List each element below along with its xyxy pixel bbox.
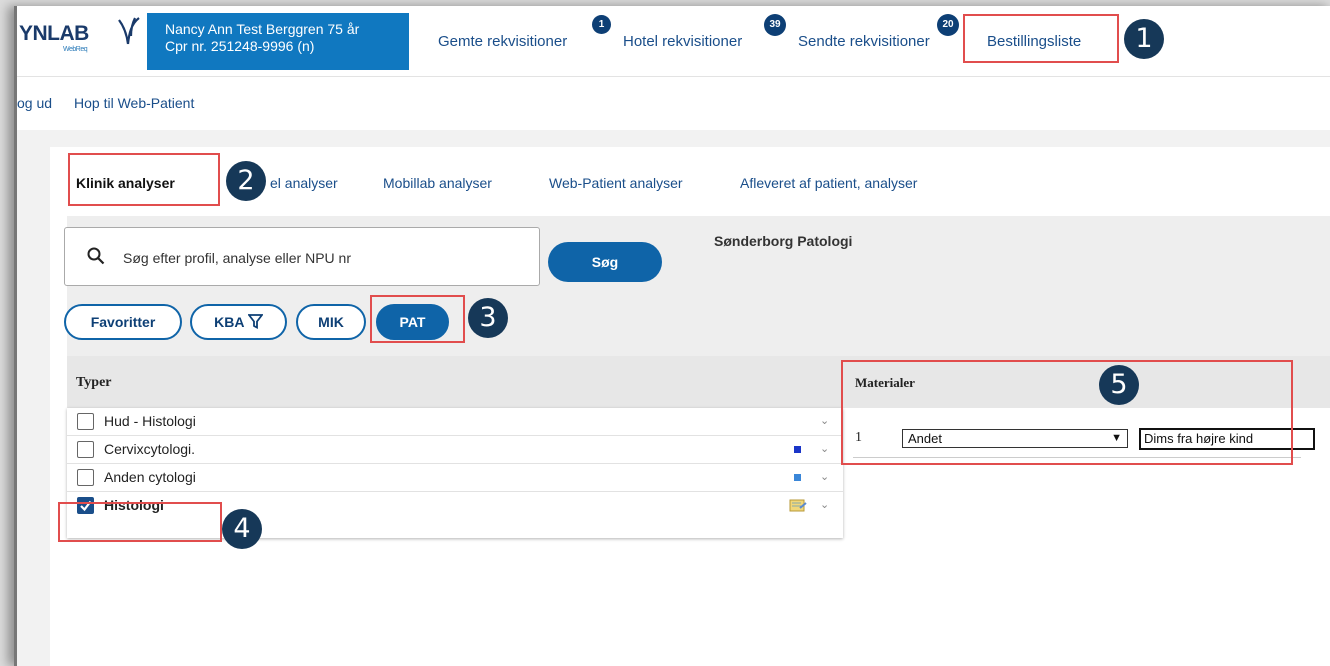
tab-web-patient-analyses[interactable]: Web-Patient analyser (549, 175, 683, 191)
nav-hotel-requisitions[interactable]: Hotel rekvisitioner (623, 33, 742, 50)
highlight-box-3 (370, 295, 465, 343)
list-item-label: Anden cytologi (104, 469, 196, 485)
list-item-label: Cervixcytologi. (104, 441, 196, 457)
chevron-down-icon[interactable]: ⌄ (820, 442, 829, 455)
note-icon[interactable] (789, 499, 807, 513)
patient-cpr: Cpr nr. 251248-9996 (n) (165, 38, 315, 54)
filter-favorites[interactable]: Favoritter (64, 304, 182, 340)
highlight-box-1 (963, 14, 1119, 63)
logo-mark-icon (118, 17, 140, 45)
patient-name: Nancy Ann Test Berggren 75 år (165, 21, 360, 37)
info-square-icon[interactable] (794, 474, 801, 481)
web-patient-link[interactable]: Hop til Web-Patient (74, 95, 194, 111)
list-item-label: Hud - Histologi (104, 413, 196, 429)
callout-3: 3 (468, 298, 508, 338)
chevron-down-icon[interactable]: ⌄ (820, 470, 829, 483)
tab-delivered-by-patient[interactable]: Afleveret af patient, analyser (740, 175, 917, 191)
checkbox[interactable] (77, 413, 94, 430)
search-icon (87, 247, 105, 265)
info-square-icon[interactable] (794, 446, 801, 453)
highlight-box-2 (68, 153, 220, 206)
highlight-box-5 (841, 360, 1293, 465)
app-window: YNLAB WebReq Nancy Ann Test Berggren 75 … (14, 6, 1330, 666)
filter-funnel-icon (247, 314, 264, 329)
chevron-down-icon[interactable]: ⌄ (820, 498, 829, 511)
hotel-count-badge: 39 (764, 14, 786, 36)
filter-kba-label: KBA (214, 314, 244, 330)
search-input[interactable]: Søg efter profil, analyse eller NPU nr (123, 250, 351, 266)
patient-info-box[interactable]: Nancy Ann Test Berggren 75 år Cpr nr. 25… (147, 13, 409, 70)
checkbox[interactable] (77, 469, 94, 486)
list-item[interactable]: Cervixcytologi. ⌄ (67, 436, 843, 464)
search-field[interactable]: Søg efter profil, analyse eller NPU nr (64, 227, 540, 286)
search-button[interactable]: Søg (548, 242, 662, 282)
nav-sent-requisitions[interactable]: Sendte rekvisitioner (798, 33, 930, 50)
tab-hotel-analyses[interactable]: el analyser (270, 175, 338, 191)
callout-4: 4 (222, 509, 262, 549)
callout-5: 5 (1099, 365, 1139, 405)
checkbox[interactable] (77, 441, 94, 458)
lab-name: Sønderborg Patologi (714, 233, 853, 249)
logo: YNLAB WebReq (19, 17, 140, 53)
logout-link[interactable]: og ud (17, 95, 52, 111)
saved-count-badge: 1 (592, 15, 611, 34)
nav-saved-requisitions[interactable]: Gemte rekvisitioner (438, 33, 567, 50)
callout-1: 1 (1124, 19, 1164, 59)
sent-count-badge: 20 (937, 14, 959, 36)
filter-mik[interactable]: MIK (296, 304, 366, 340)
list-item[interactable]: Anden cytologi ⌄ (67, 464, 843, 492)
header-bar: YNLAB WebReq Nancy Ann Test Berggren 75 … (17, 6, 1330, 77)
list-item[interactable]: Hud - Histologi ⌄ (67, 408, 843, 436)
callout-2: 2 (226, 161, 266, 201)
filter-kba[interactable]: KBA (190, 304, 287, 340)
chevron-down-icon[interactable]: ⌄ (820, 414, 829, 427)
tab-mobillab-analyses[interactable]: Mobillab analyser (383, 175, 492, 191)
types-header: Typer (76, 375, 112, 390)
highlight-box-4 (58, 502, 222, 542)
link-bar: og ud Hop til Web-Patient (17, 77, 1330, 130)
